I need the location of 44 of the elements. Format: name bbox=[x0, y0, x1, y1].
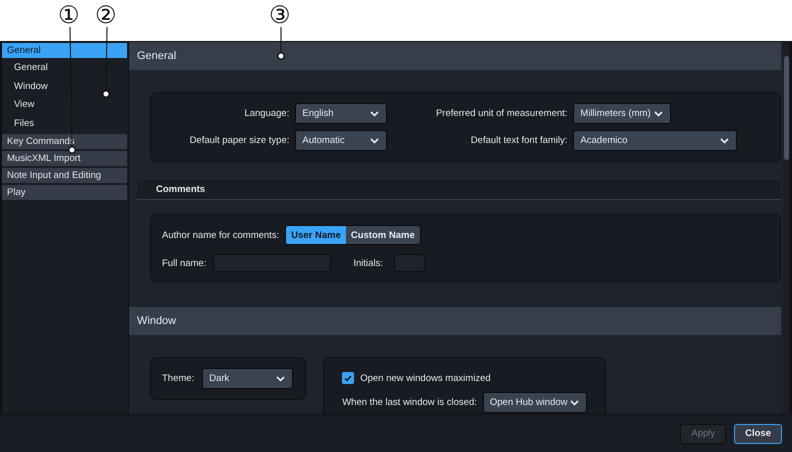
sidebar-item[interactable]: Note Input and Editing bbox=[2, 168, 127, 183]
callout-number: ③ bbox=[269, 2, 291, 28]
field-label: Default paper size type: bbox=[188, 135, 290, 146]
subsection-header: Comments bbox=[137, 180, 781, 200]
dropdown[interactable]: Open Hub window bbox=[482, 392, 587, 413]
field-label: Default text font family: bbox=[470, 135, 568, 146]
field-label: Initials: bbox=[353, 258, 383, 268]
segment-button[interactable]: Custom Name bbox=[346, 226, 420, 244]
sidebar-subitem[interactable]: View bbox=[2, 97, 128, 114]
callout-number: ② bbox=[95, 2, 117, 28]
input-field[interactable] bbox=[394, 254, 425, 272]
field-label: Full name: bbox=[162, 258, 206, 268]
dropdown[interactable]: Academico bbox=[573, 130, 738, 151]
checkbox[interactable] bbox=[342, 372, 354, 384]
dropdown[interactable]: Dark bbox=[202, 368, 294, 389]
sidebar-subitem[interactable]: Files bbox=[2, 116, 128, 132]
caret-icon bbox=[720, 138, 730, 144]
caret-icon bbox=[370, 138, 380, 144]
callout-number: ① bbox=[58, 2, 80, 28]
checkbox-label: Open new windows maximized bbox=[360, 372, 491, 384]
field-label: Author name for comments: bbox=[162, 230, 280, 240]
caret-icon bbox=[370, 110, 380, 116]
section-header: General bbox=[129, 42, 781, 70]
dialog-button[interactable]: Close bbox=[734, 424, 782, 444]
field-label: Language: bbox=[243, 108, 290, 119]
sidebar-subitem[interactable]: General bbox=[2, 60, 128, 76]
dropdown[interactable]: Millimeters (mm) bbox=[573, 103, 672, 124]
sidebar-item[interactable]: General bbox=[2, 43, 127, 58]
sidebar-item[interactable]: MusicXML Import bbox=[2, 151, 127, 166]
section-header: Window bbox=[129, 307, 781, 335]
field-label: Theme: bbox=[162, 373, 194, 384]
caret-icon bbox=[654, 110, 664, 116]
sidebar-item[interactable]: Key Commands bbox=[2, 134, 127, 149]
segment-button[interactable]: User Name bbox=[286, 226, 346, 244]
dropdown[interactable]: Automatic bbox=[295, 130, 388, 151]
scrollbar[interactable] bbox=[783, 42, 790, 414]
sidebar-subitem[interactable]: Window bbox=[2, 78, 128, 95]
field-label: Preferred unit of measurement: bbox=[434, 108, 568, 119]
field-label: When the last window is closed: bbox=[342, 397, 477, 408]
caret-icon bbox=[276, 376, 286, 382]
caret-icon bbox=[570, 400, 579, 406]
input-field[interactable] bbox=[213, 254, 332, 272]
sidebar-item[interactable]: Play bbox=[2, 185, 127, 200]
dropdown[interactable]: English bbox=[295, 103, 388, 124]
